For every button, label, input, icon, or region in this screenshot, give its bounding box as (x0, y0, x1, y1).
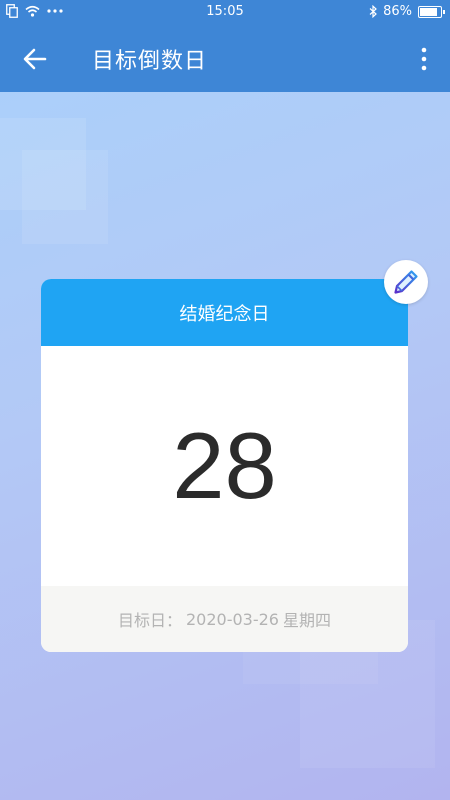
card-header: 结婚纪念日 (41, 279, 408, 346)
card-footer: 目标日： 2020-03-26 星期四 (41, 586, 408, 652)
battery-icon (418, 5, 445, 18)
event-name: 结婚纪念日 (179, 303, 270, 325)
battery-level (420, 7, 437, 16)
pencil-icon (394, 270, 418, 294)
bluetooth-icon (369, 5, 377, 18)
background-decoration (22, 150, 108, 244)
status-bar: 15:05 86% (0, 0, 450, 24)
target-date-label: 目标日： (117, 611, 182, 630)
card-body: 28 (41, 346, 408, 586)
edit-button[interactable] (384, 260, 428, 304)
screen: 15:05 86% 目标倒数日 结婚纪念日 28 目标日： 2020-03-26… (0, 0, 450, 800)
arrow-left-icon[interactable] (20, 44, 50, 74)
target-weekday: 星期四 (282, 611, 331, 630)
more-vertical-icon[interactable] (418, 44, 430, 74)
days-count: 28 (172, 413, 277, 518)
status-icons-right: 86% (369, 4, 445, 19)
countdown-card[interactable]: 结婚纪念日 28 目标日： 2020-03-26 星期四 (41, 279, 408, 652)
page-title: 目标倒数日 (92, 49, 208, 74)
app-bar: 目标倒数日 (0, 24, 450, 92)
target-date: 2020-03-26 (186, 609, 279, 629)
battery-percentage: 86% (383, 4, 412, 19)
